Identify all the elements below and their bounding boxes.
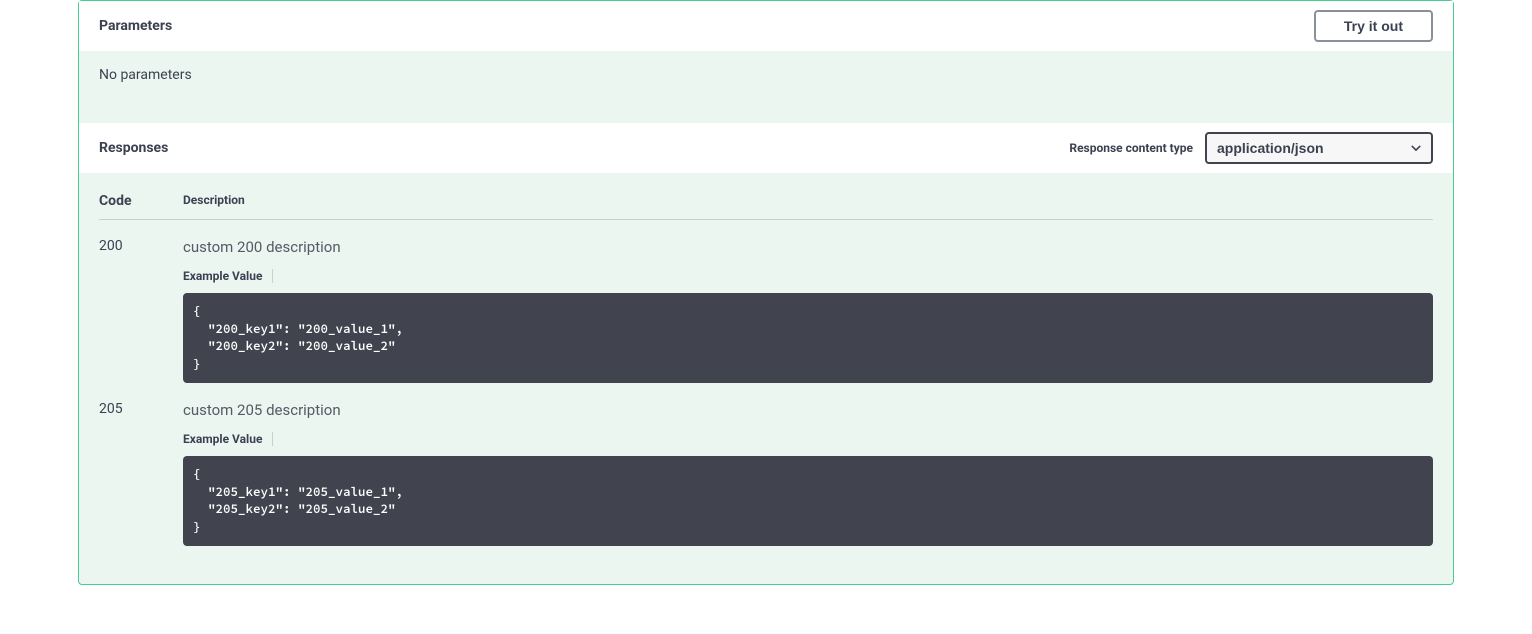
table-row: 200 custom 200 description Example Value… <box>99 238 1433 383</box>
try-it-out-button[interactable]: Try it out <box>1314 10 1433 42</box>
example-code-block[interactable]: { "205_key1": "205_value_1", "205_key2":… <box>183 456 1433 546</box>
column-header-description: Description <box>183 193 1433 209</box>
example-code-block[interactable]: { "200_key1": "200_value_1", "200_key2":… <box>183 293 1433 383</box>
parameters-title: Parameters <box>99 18 172 34</box>
responses-table: Code Description 200 custom 200 descript… <box>99 193 1433 546</box>
response-code: 200 <box>99 238 183 383</box>
parameters-body: No parameters <box>79 51 1453 123</box>
example-value-label: Example Value <box>183 269 273 283</box>
parameters-header: Parameters Try it out <box>79 1 1453 51</box>
response-description: custom 200 description <box>183 238 1433 256</box>
response-description-cell: custom 200 description Example Value { "… <box>183 238 1433 383</box>
responses-body: Code Description 200 custom 200 descript… <box>79 173 1453 584</box>
content-type-label: Response content type <box>1069 141 1193 155</box>
operation-panel: Parameters Try it out No parameters Resp… <box>78 0 1454 585</box>
no-parameters-text: No parameters <box>99 67 192 83</box>
responses-table-head: Code Description <box>99 193 1433 220</box>
responses-title: Responses <box>99 140 168 156</box>
response-content-type-group: Response content type application/json <box>1069 132 1433 164</box>
responses-header: Responses Response content type applicat… <box>79 123 1453 173</box>
response-description-cell: custom 205 description Example Value { "… <box>183 401 1433 546</box>
column-header-code: Code <box>99 193 183 209</box>
example-value-label: Example Value <box>183 432 273 446</box>
content-type-select-wrap: application/json <box>1205 132 1433 164</box>
response-description: custom 205 description <box>183 401 1433 419</box>
content-type-select[interactable]: application/json <box>1205 132 1433 164</box>
table-row: 205 custom 205 description Example Value… <box>99 401 1433 546</box>
response-code: 205 <box>99 401 183 546</box>
